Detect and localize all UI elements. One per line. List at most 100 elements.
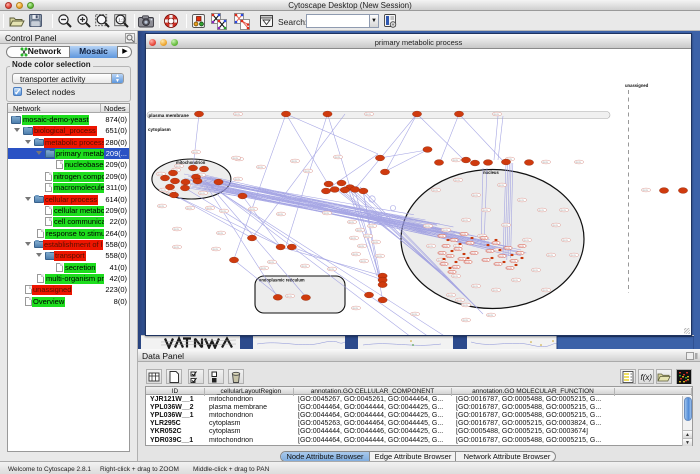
svg-text:xx xx: xx xx bbox=[507, 268, 513, 270]
svg-text:xx xx: xx xx bbox=[499, 256, 505, 258]
svg-text:xx xx: xx xx bbox=[324, 213, 330, 215]
svg-text:xx xx: xx xx bbox=[473, 195, 479, 197]
svg-text:xx xx: xx xx bbox=[351, 238, 357, 240]
svg-text:1:1: 1:1 bbox=[118, 18, 125, 23]
svg-text:unassigned: unassigned bbox=[625, 83, 649, 88]
svg-text:xx xx: xx xx bbox=[377, 256, 383, 258]
svg-text:xx xx: xx xx bbox=[365, 236, 371, 238]
svg-text:xx xx: xx xx bbox=[221, 211, 227, 213]
svg-text:xx xx: xx xx bbox=[517, 253, 523, 255]
svg-text:xx xx: xx xx bbox=[513, 280, 519, 282]
svg-text:xx xx: xx xx bbox=[335, 157, 341, 159]
svg-text:xx xx: xx xx bbox=[519, 200, 525, 202]
svg-text:xx xx: xx xx bbox=[369, 226, 375, 228]
svg-text:xx xx: xx xx bbox=[519, 246, 525, 248]
svg-text:xx xx: xx xx bbox=[483, 210, 489, 212]
svg-text:xx xx: xx xx bbox=[449, 272, 455, 274]
svg-text:xx xx: xx xx bbox=[511, 261, 517, 263]
svg-text:xx xx: xx xx bbox=[329, 269, 335, 271]
svg-text:xx xx: xx xx bbox=[353, 308, 359, 310]
svg-text:xx xx: xx xx bbox=[269, 262, 275, 264]
svg-text:xx xx: xx xx bbox=[459, 259, 465, 261]
svg-text:xx xx: xx xx bbox=[463, 320, 469, 322]
svg-text:xx xx: xx xx bbox=[349, 222, 355, 224]
svg-text:xx xx: xx xx bbox=[467, 243, 473, 245]
svg-text:xx xx: xx xx bbox=[488, 315, 494, 317]
svg-text:xx xx: xx xx bbox=[161, 190, 167, 192]
svg-text:xx xx: xx xx bbox=[463, 305, 469, 307]
svg-text:xx xx: xx xx bbox=[187, 208, 193, 210]
svg-text:xx xx: xx xx bbox=[495, 264, 501, 266]
svg-text:xx xx: xx xx bbox=[465, 262, 471, 264]
svg-text:xx xx: xx xx bbox=[643, 190, 649, 192]
svg-text:xx xx: xx xx bbox=[292, 161, 298, 163]
svg-text:xx xx: xx xx bbox=[261, 268, 267, 270]
svg-text:xx xx: xx xx bbox=[213, 249, 219, 251]
svg-text:xx xx: xx xx bbox=[443, 230, 449, 232]
svg-text:xx xx: xx xx bbox=[539, 210, 545, 212]
svg-text:xx xx: xx xx bbox=[473, 286, 479, 288]
svg-text:xx xx: xx xx bbox=[499, 185, 505, 187]
svg-text:xx xx: xx xx bbox=[481, 238, 487, 240]
svg-text:xx xx: xx xx bbox=[457, 300, 463, 302]
svg-text:xx xx: xx xx bbox=[493, 243, 499, 245]
svg-text:plasma membrane: plasma membrane bbox=[149, 113, 190, 118]
svg-text:xx xx: xx xx bbox=[487, 251, 493, 253]
svg-text:xx xx: xx xx bbox=[524, 240, 530, 242]
svg-text:xx xx: xx xx bbox=[174, 247, 180, 249]
svg-text:xx xx: xx xx bbox=[438, 260, 444, 262]
svg-text:xx xx: xx xx bbox=[359, 246, 365, 248]
svg-text:cytoplasm: cytoplasm bbox=[148, 127, 171, 132]
svg-text:xx xx: xx xx bbox=[561, 210, 567, 212]
svg-text:xx xx: xx xx bbox=[258, 167, 264, 169]
svg-text:xx xx: xx xx bbox=[200, 193, 206, 195]
svg-text:xx xx: xx xx bbox=[461, 234, 467, 236]
svg-text:xx xx: xx xx bbox=[533, 270, 539, 272]
svg-text:xx xx: xx xx bbox=[235, 114, 241, 116]
svg-text:xx xx: xx xx bbox=[305, 171, 311, 173]
svg-text:xx xx: xx xx bbox=[543, 162, 549, 164]
svg-text:xx xx: xx xx bbox=[503, 225, 509, 227]
svg-text:xx xx: xx xx bbox=[439, 253, 445, 255]
svg-text:xx xx: xx xx bbox=[453, 276, 459, 278]
svg-text:xx xx: xx xx bbox=[193, 152, 199, 154]
svg-text:f(x): f(x) bbox=[641, 373, 653, 382]
svg-text:xx xx: xx xx bbox=[250, 209, 256, 211]
svg-text:xx xx: xx xx bbox=[553, 225, 559, 227]
svg-text:xx xx: xx xx bbox=[174, 229, 180, 231]
svg-text:xx xx: xx xx bbox=[159, 206, 165, 208]
svg-text:xx xx: xx xx bbox=[278, 214, 284, 216]
svg-text:xx xx: xx xx bbox=[494, 114, 500, 116]
svg-text:xx xx: xx xx bbox=[441, 264, 447, 266]
svg-text:xx xx: xx xx bbox=[443, 246, 449, 248]
svg-text:xx xx: xx xx bbox=[428, 246, 434, 248]
svg-text:xx xx: xx xx bbox=[207, 208, 213, 210]
svg-text:xx xx: xx xx bbox=[366, 114, 372, 116]
svg-text:xx xx: xx xx bbox=[543, 290, 549, 292]
svg-text:xx xx: xx xx bbox=[302, 266, 308, 268]
svg-text:xx xx: xx xx bbox=[287, 296, 293, 298]
svg-text:xx xx: xx xx bbox=[576, 162, 582, 164]
svg-text:xx xx: xx xx bbox=[571, 255, 577, 257]
svg-text:xx xx: xx xx bbox=[455, 180, 461, 182]
svg-text:xx xx: xx xx bbox=[433, 190, 439, 192]
svg-text:xx xx: xx xx bbox=[425, 226, 431, 228]
svg-text:xx xx: xx xx bbox=[357, 230, 363, 232]
svg-text:xx xx: xx xx bbox=[218, 233, 224, 235]
svg-text:xx xx: xx xx bbox=[453, 267, 459, 269]
svg-text:xx xx: xx xx bbox=[412, 314, 418, 316]
svg-text:xx xx: xx xx bbox=[453, 160, 459, 162]
svg-text:xx xx: xx xx bbox=[505, 248, 511, 250]
svg-text:xx xx: xx xx bbox=[233, 158, 239, 160]
svg-text:xx xx: xx xx bbox=[455, 249, 461, 251]
svg-text:xx xx: xx xx bbox=[483, 260, 489, 262]
svg-text:xx xx: xx xx bbox=[447, 256, 453, 258]
svg-text:xx xx: xx xx bbox=[471, 253, 477, 255]
svg-text:xx xx: xx xx bbox=[563, 240, 569, 242]
svg-text:xx xx: xx xx bbox=[439, 236, 445, 238]
svg-text:xx xx: xx xx bbox=[451, 240, 457, 242]
svg-text:xx xx: xx xx bbox=[235, 179, 241, 181]
svg-text:xx xx: xx xx bbox=[493, 290, 499, 292]
svg-text:xx xx: xx xx bbox=[373, 242, 379, 244]
svg-text:xx xx: xx xx bbox=[361, 261, 367, 263]
